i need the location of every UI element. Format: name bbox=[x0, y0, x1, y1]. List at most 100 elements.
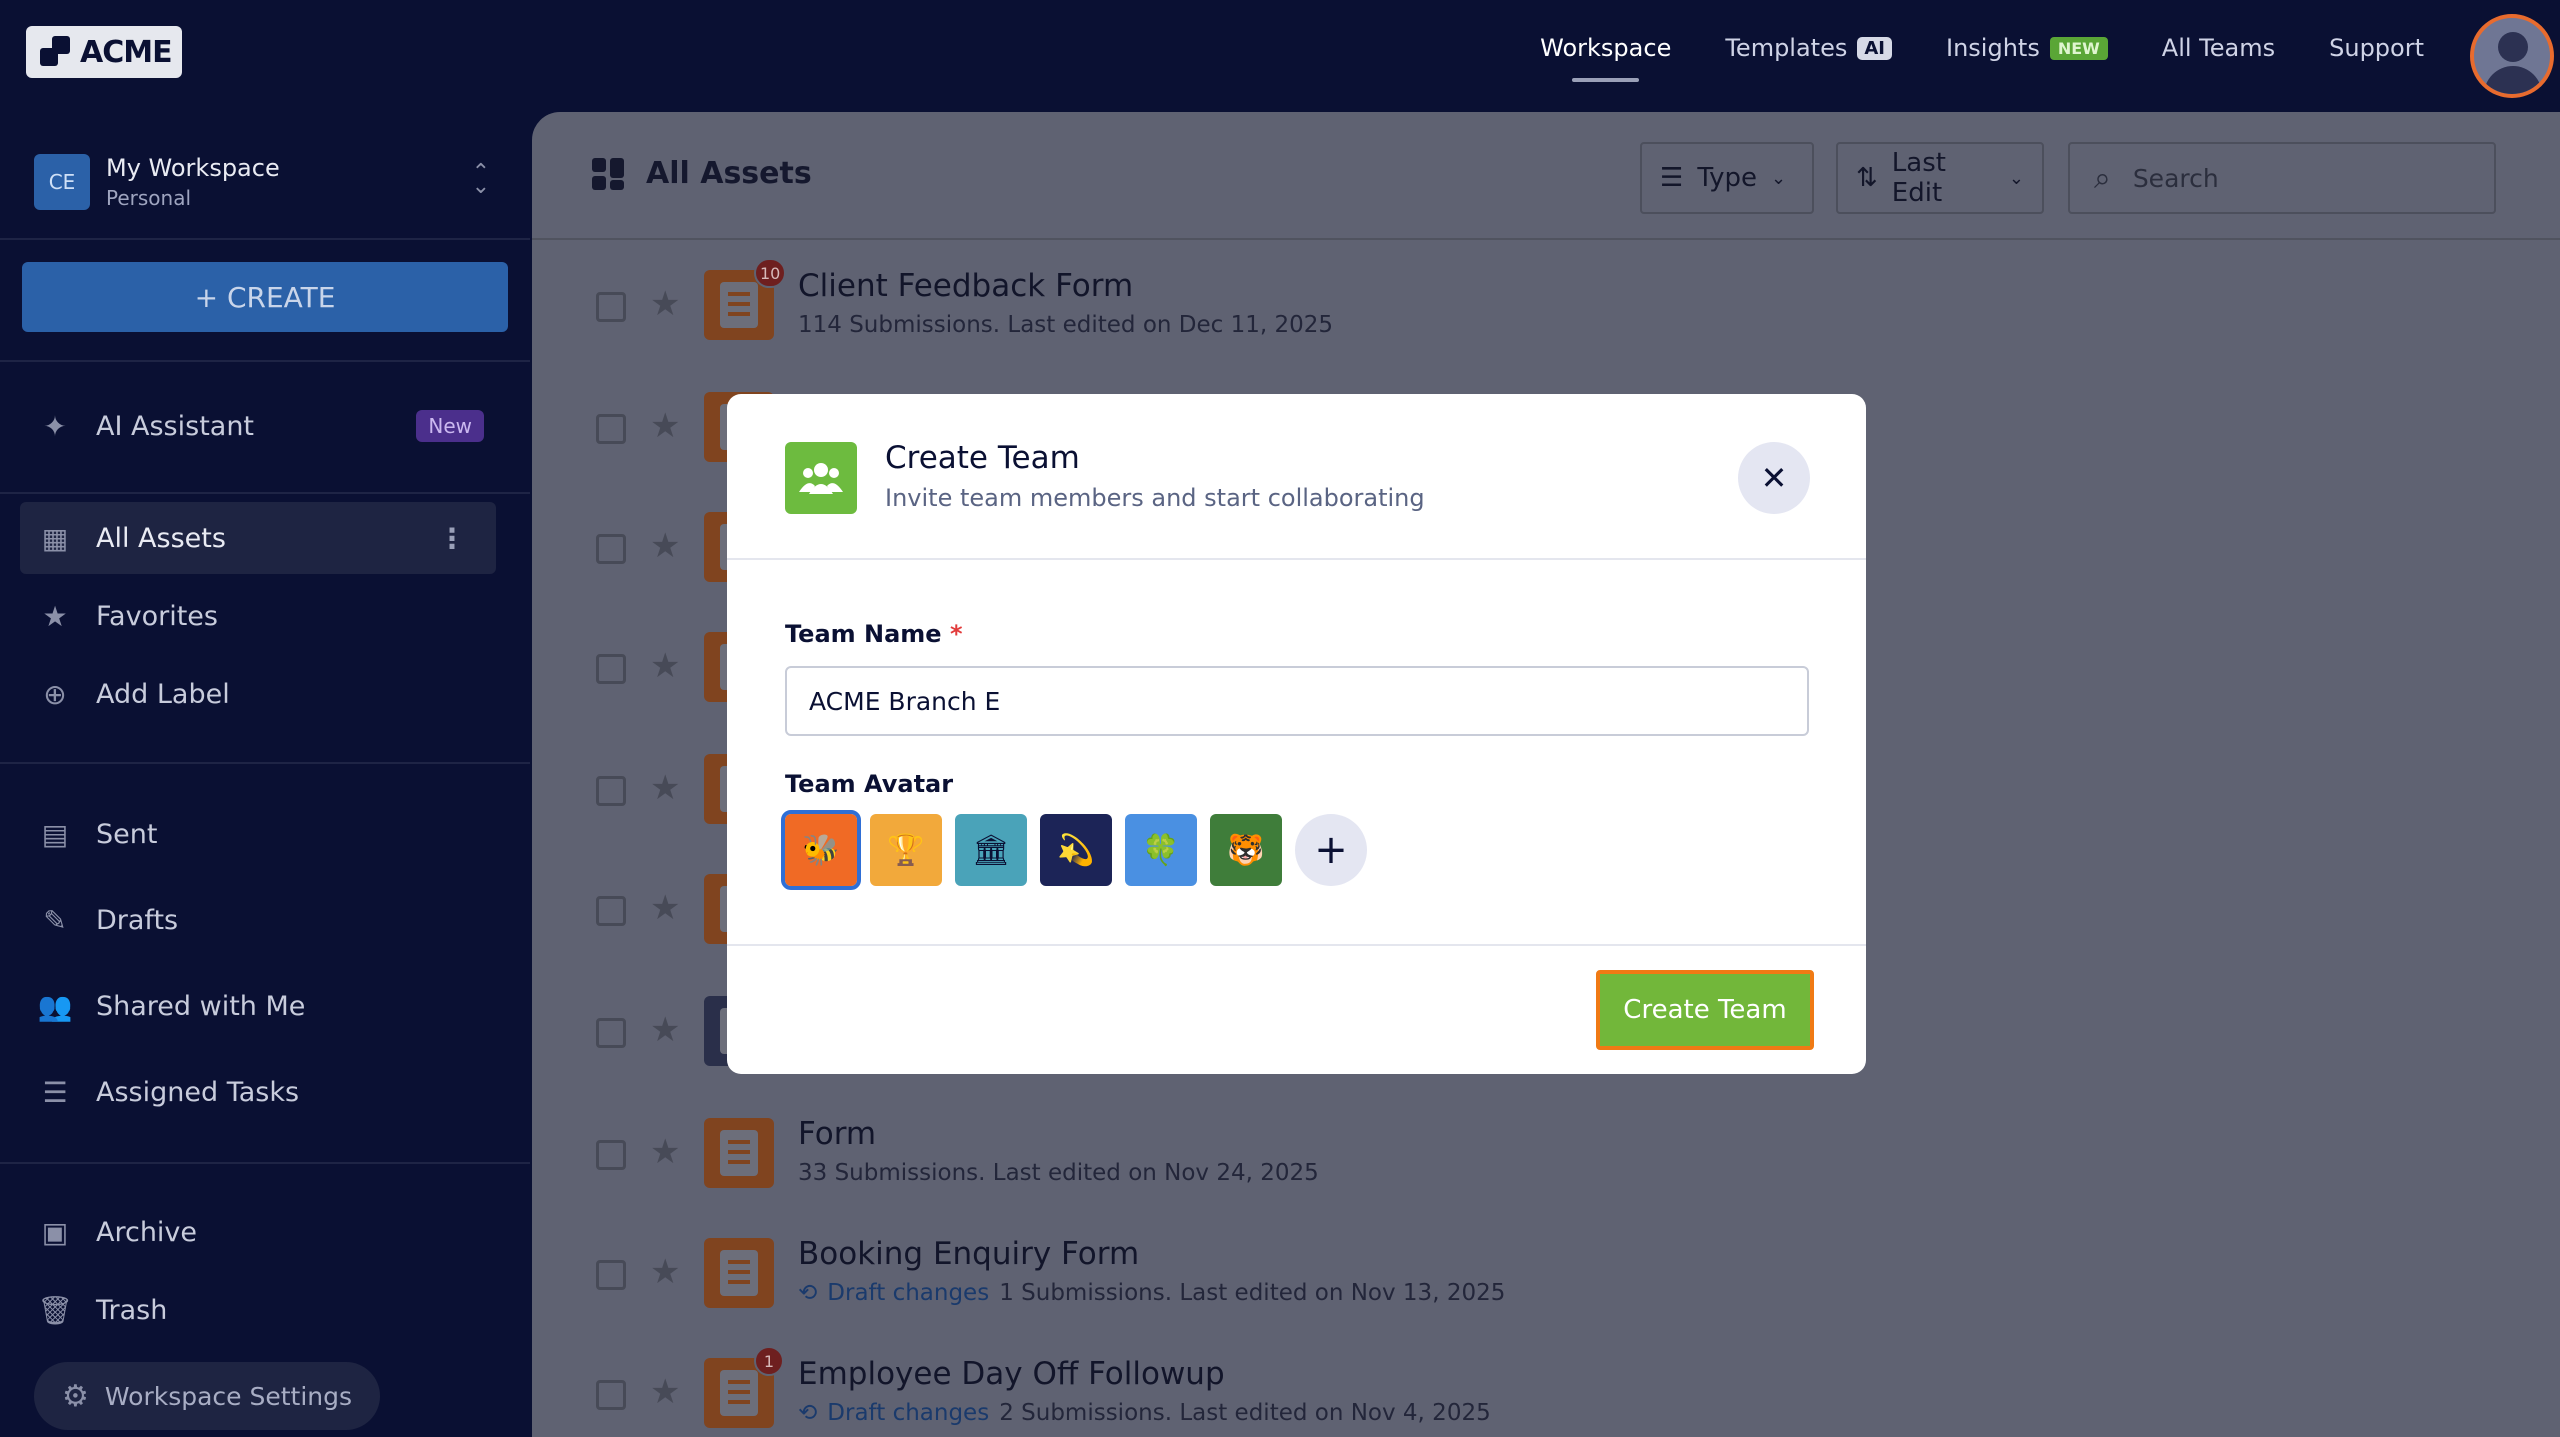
star-icon[interactable]: ★ bbox=[650, 1372, 680, 1412]
more-options-icon[interactable]: ⋮ bbox=[438, 522, 466, 555]
sparkle-icon: ✦ bbox=[43, 409, 67, 443]
sidebar-item-label: Trash bbox=[96, 1294, 168, 1326]
draft-changes-link[interactable]: Draft changes bbox=[827, 1400, 989, 1426]
asset-meta: 33 Submissions. Last edited on Nov 24, 2… bbox=[798, 1160, 1319, 1186]
grid-icon: ▦ bbox=[41, 521, 69, 555]
sidebar-item-add-label[interactable]: ⊕ Add Label bbox=[20, 658, 496, 730]
divider bbox=[0, 762, 530, 764]
sidebar-item-all-assets[interactable]: ▦ All Assets ⋮ bbox=[20, 502, 496, 574]
row-checkbox[interactable] bbox=[596, 534, 626, 564]
divider bbox=[0, 238, 530, 240]
new-badge: NEW bbox=[2049, 36, 2108, 60]
page-title-text: All Assets bbox=[646, 156, 812, 191]
row-checkbox[interactable] bbox=[596, 1260, 626, 1290]
star-icon: ★ bbox=[42, 599, 68, 633]
draft-changes-link[interactable]: Draft changes bbox=[827, 1280, 989, 1306]
star-icon[interactable]: ★ bbox=[650, 888, 680, 928]
row-checkbox[interactable] bbox=[596, 776, 626, 806]
star-icon[interactable]: ★ bbox=[650, 646, 680, 686]
star-icon[interactable]: ★ bbox=[650, 1252, 680, 1292]
nav-templates[interactable]: Templates AI bbox=[1725, 34, 1892, 62]
logo-text: ACME bbox=[80, 34, 173, 70]
asset-row[interactable]: ★ Form 33 Submissions. Last edited on No… bbox=[532, 1100, 2560, 1220]
avatar-option-building[interactable]: 🏛 bbox=[955, 814, 1027, 886]
row-checkbox[interactable] bbox=[596, 1140, 626, 1170]
avatar-option-bee[interactable]: 🐝 bbox=[781, 810, 861, 890]
sidebar-item-label: Sent bbox=[96, 818, 158, 850]
workspace-switcher[interactable]: CE My Workspace Personal ⌃ ⌄ bbox=[34, 142, 504, 222]
modal-footer: Create Team bbox=[727, 944, 1866, 1074]
asset-row[interactable]: ★ Booking Enquiry Form ⟲ Draft changes 1… bbox=[532, 1220, 2560, 1340]
acme-logo-icon bbox=[40, 36, 72, 68]
draft-sync-icon: ⟲ bbox=[798, 1280, 818, 1306]
team-name-input[interactable] bbox=[785, 666, 1809, 736]
asset-title[interactable]: Client Feedback Form bbox=[798, 268, 1133, 304]
form-icon bbox=[704, 1238, 774, 1308]
row-checkbox[interactable] bbox=[596, 414, 626, 444]
sort-icon: ⇅ bbox=[1856, 163, 1878, 193]
star-icon[interactable]: ★ bbox=[650, 526, 680, 566]
asset-meta: ⟲ Draft changes 1 Submissions. Last edit… bbox=[798, 1280, 1505, 1306]
nav-insights-label: Insights bbox=[1946, 34, 2040, 62]
nav-support-label: Support bbox=[2329, 34, 2424, 62]
asset-row[interactable]: ★ 10 Client Feedback Form 114 Submission… bbox=[532, 252, 2560, 372]
sort-label: Last Edit bbox=[1891, 148, 1946, 208]
sidebar-item-label: Add Label bbox=[96, 678, 230, 710]
star-icon[interactable]: ★ bbox=[650, 1132, 680, 1172]
nav-insights[interactable]: Insights NEW bbox=[1946, 34, 2108, 62]
search-input[interactable]: ⌕ Search bbox=[2068, 142, 2496, 214]
star-icon[interactable]: ★ bbox=[650, 1010, 680, 1050]
add-avatar-button[interactable]: + bbox=[1295, 814, 1367, 886]
draft-icon: ✎ bbox=[43, 903, 67, 937]
star-icon[interactable]: ★ bbox=[650, 768, 680, 808]
sidebar-item-trash[interactable]: 🗑 Trash bbox=[20, 1274, 496, 1346]
nav-support[interactable]: Support bbox=[2329, 34, 2424, 62]
row-checkbox[interactable] bbox=[596, 654, 626, 684]
tiger-icon: 🐯 bbox=[1227, 832, 1265, 868]
acme-logo[interactable]: ACME bbox=[26, 26, 182, 78]
asset-title[interactable]: Employee Day Off Followup bbox=[798, 1356, 1225, 1392]
sidebar-item-shared-with-me[interactable]: 👥 Shared with Me bbox=[20, 970, 496, 1042]
row-checkbox[interactable] bbox=[596, 896, 626, 926]
star-icon[interactable]: ★ bbox=[650, 284, 680, 324]
row-checkbox[interactable] bbox=[596, 1018, 626, 1048]
clover-icon: 🍀 bbox=[1142, 832, 1180, 868]
avatar-option-comet[interactable]: 💫 bbox=[1040, 814, 1112, 886]
create-button[interactable]: + CREATE bbox=[22, 262, 508, 332]
type-filter-button[interactable]: ☰ Type ⌄ bbox=[1640, 142, 1814, 214]
nav-all-teams[interactable]: All Teams bbox=[2162, 34, 2275, 62]
sidebar-item-archive[interactable]: ▣ Archive bbox=[20, 1196, 496, 1268]
team-avatar-label: Team Avatar bbox=[785, 770, 954, 798]
row-checkbox[interactable] bbox=[596, 292, 626, 322]
create-team-button[interactable]: Create Team bbox=[1596, 970, 1814, 1050]
sort-button[interactable]: ⇅ Last Edit ⌄ bbox=[1836, 142, 2044, 214]
close-button[interactable]: ✕ bbox=[1738, 442, 1810, 514]
workspace-name: My Workspace bbox=[106, 154, 280, 182]
team-name-label: Team Name * bbox=[785, 620, 963, 648]
asset-title[interactable]: Booking Enquiry Form bbox=[798, 1236, 1139, 1272]
ai-badge: AI bbox=[1857, 36, 1892, 60]
sidebar-item-label: All Assets bbox=[96, 522, 226, 554]
user-avatar[interactable] bbox=[2470, 14, 2554, 98]
asset-title[interactable]: Form bbox=[798, 1116, 876, 1152]
sidebar-item-ai-assistant[interactable]: ✦ AI Assistant New bbox=[20, 390, 496, 462]
avatar-option-tiger[interactable]: 🐯 bbox=[1210, 814, 1282, 886]
star-icon[interactable]: ★ bbox=[650, 406, 680, 446]
sidebar-item-assigned-tasks[interactable]: ☰ Assigned Tasks bbox=[20, 1056, 496, 1128]
sidebar-item-label: Shared with Me bbox=[96, 990, 306, 1022]
asset-row[interactable]: ★ 1 Employee Day Off Followup ⟲ Draft ch… bbox=[532, 1340, 2560, 1437]
chevron-down-icon: ⌄ bbox=[2008, 167, 2024, 189]
avatar-option-trophy[interactable]: 🏆 bbox=[870, 814, 942, 886]
workspace-info: My Workspace Personal bbox=[106, 154, 280, 210]
search-icon: ⌕ bbox=[2094, 160, 2111, 196]
sidebar-item-favorites[interactable]: ★ Favorites bbox=[20, 580, 496, 652]
asset-meta-text: 2 Submissions. Last edited on Nov 4, 202… bbox=[999, 1400, 1491, 1426]
avatar-option-clover[interactable]: 🍀 bbox=[1125, 814, 1197, 886]
workspace-settings-button[interactable]: ⚙ Workspace Settings bbox=[34, 1362, 380, 1430]
close-icon: ✕ bbox=[1760, 460, 1788, 496]
sidebar-item-sent[interactable]: ▤ Sent bbox=[20, 798, 496, 870]
nav-workspace[interactable]: Workspace bbox=[1540, 34, 1671, 82]
sidebar-item-label: Archive bbox=[96, 1216, 198, 1248]
row-checkbox[interactable] bbox=[596, 1380, 626, 1410]
sidebar-item-drafts[interactable]: ✎ Drafts bbox=[20, 884, 496, 956]
